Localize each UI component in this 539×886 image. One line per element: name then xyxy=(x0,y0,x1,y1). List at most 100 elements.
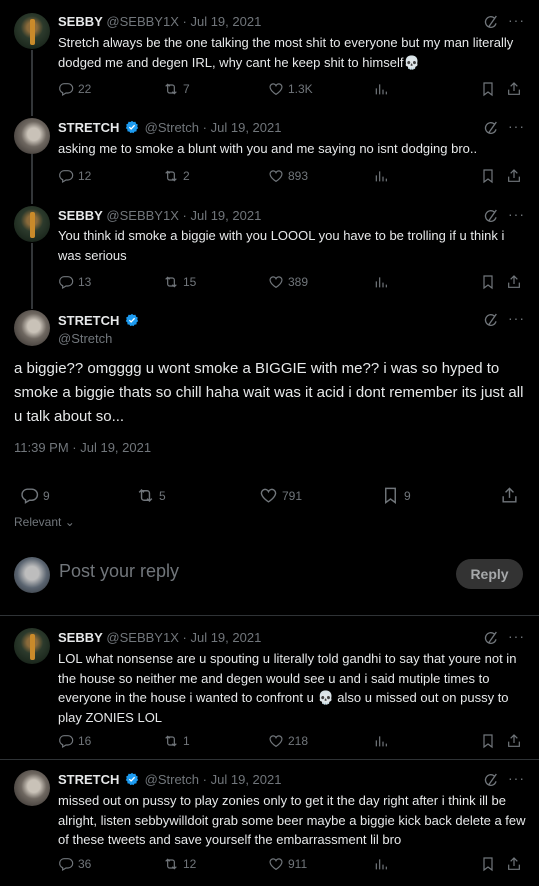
avatar[interactable] xyxy=(14,310,50,346)
repost-icon xyxy=(163,733,179,749)
bookmark-button[interactable] xyxy=(480,733,496,749)
reply-icon xyxy=(58,168,74,184)
tweet-3[interactable]: SEBBY @SEBBY1X · Jul 19, 2021 ··· You th… xyxy=(0,198,539,300)
reply-tweet-1[interactable]: SEBBY @SEBBY1X · Jul 19, 2021 ··· LOL wh… xyxy=(0,616,539,759)
more-options-icon[interactable]: ··· xyxy=(508,13,524,30)
reply-count: 9 xyxy=(43,488,50,503)
like-button[interactable]: 1.3K xyxy=(268,81,313,97)
like-button[interactable]: 893 xyxy=(268,168,308,184)
reply-button[interactable]: 13 xyxy=(58,274,91,290)
author-handle[interactable]: @Stretch xyxy=(58,331,141,346)
share-button[interactable] xyxy=(506,274,522,290)
tweet-date[interactable]: Jul 19, 2021 xyxy=(190,208,261,223)
author-handle[interactable]: @SEBBY1X xyxy=(106,630,178,645)
reply-submit-button[interactable]: Reply xyxy=(456,559,523,589)
verified-badge-icon[interactable] xyxy=(125,120,139,134)
views-button[interactable] xyxy=(373,733,389,749)
more-options-icon[interactable]: ··· xyxy=(508,207,524,224)
reply-count: 36 xyxy=(78,857,92,871)
like-button[interactable]: 911 xyxy=(268,856,307,872)
grok-icon[interactable] xyxy=(483,14,499,30)
grok-icon[interactable] xyxy=(483,312,499,328)
reply-button[interactable]: 12 xyxy=(58,168,91,184)
bookmark-button[interactable]: 9 xyxy=(381,486,411,505)
bookmark-button[interactable] xyxy=(480,168,496,184)
author-handle[interactable]: @SEBBY1X xyxy=(106,14,178,29)
verified-badge-icon[interactable] xyxy=(125,313,139,327)
avatar[interactable] xyxy=(14,13,50,49)
share-button[interactable] xyxy=(506,81,522,97)
tweet-1[interactable]: SEBBY @SEBBY1X · Jul 19, 2021 ··· Stretc… xyxy=(0,0,539,108)
tweet-text: asking me to smoke a blunt with you and … xyxy=(58,141,478,156)
reply-input[interactable]: Post your reply xyxy=(59,561,179,582)
skull-emoji: 💀 xyxy=(317,690,334,705)
repost-button[interactable]: 5 xyxy=(136,486,166,505)
author-name[interactable]: STRETCH xyxy=(58,120,119,135)
tweet-date[interactable]: Jul 19, 2021 xyxy=(211,120,282,135)
author-name[interactable]: SEBBY xyxy=(58,14,103,29)
reply-button[interactable]: 16 xyxy=(58,733,91,749)
tweet-2[interactable]: STRETCH @Stretch · Jul 19, 2021 ··· aski… xyxy=(0,108,539,198)
tweet-date[interactable]: Jul 19, 2021 xyxy=(190,630,261,645)
grok-icon[interactable] xyxy=(483,630,499,646)
avatar[interactable] xyxy=(14,206,50,242)
tweet-actions: 22 7 1.3K xyxy=(58,81,528,99)
repost-button[interactable]: 15 xyxy=(163,274,196,290)
share-button[interactable] xyxy=(506,856,522,872)
reply-button[interactable]: 9 xyxy=(20,486,50,505)
like-button[interactable]: 389 xyxy=(268,274,308,290)
more-options-icon[interactable]: ··· xyxy=(508,629,524,646)
tweet-header: SEBBY @SEBBY1X · Jul 19, 2021 xyxy=(58,208,261,223)
views-button[interactable] xyxy=(373,274,389,290)
reply-button[interactable]: 22 xyxy=(58,81,91,97)
bookmark-button[interactable] xyxy=(480,81,496,97)
sort-replies-dropdown[interactable]: Relevant ⌄ xyxy=(14,515,75,529)
author-handle[interactable]: @SEBBY1X xyxy=(106,208,178,223)
grok-icon[interactable] xyxy=(483,208,499,224)
share-button[interactable] xyxy=(500,486,519,505)
more-options-icon[interactable]: ··· xyxy=(508,311,524,328)
tweet-header: STRETCH @Stretch · Jul 19, 2021 xyxy=(58,772,281,787)
tweet-date[interactable]: Jul 19, 2021 xyxy=(211,772,282,787)
like-button[interactable]: 218 xyxy=(268,733,308,749)
avatar[interactable] xyxy=(14,118,50,154)
views-button[interactable] xyxy=(373,856,389,872)
avatar[interactable] xyxy=(14,770,50,806)
more-options-icon[interactable]: ··· xyxy=(508,119,524,136)
author-name[interactable]: STRETCH xyxy=(58,772,119,787)
tweet-date[interactable]: Jul 19, 2021 xyxy=(190,14,261,29)
author-name[interactable]: SEBBY xyxy=(58,630,103,645)
share-icon xyxy=(506,81,522,97)
like-count: 1.3K xyxy=(288,82,313,96)
bookmark-icon xyxy=(480,274,496,290)
grok-icon[interactable] xyxy=(483,120,499,136)
bookmark-button[interactable] xyxy=(480,274,496,290)
repost-button[interactable]: 12 xyxy=(163,856,196,872)
author-handle[interactable]: @Stretch xyxy=(145,772,199,787)
share-button[interactable] xyxy=(506,168,522,184)
reply-button[interactable]: 36 xyxy=(58,856,91,872)
more-options-icon[interactable]: ··· xyxy=(508,771,524,788)
tweet-timestamp[interactable]: 11:39 PM · Jul 19, 2021 xyxy=(14,440,151,455)
bookmark-count: 9 xyxy=(404,488,411,503)
grok-icon[interactable] xyxy=(483,772,499,788)
reply-icon xyxy=(58,274,74,290)
reply-tweet-2[interactable]: STRETCH @Stretch · Jul 19, 2021 ··· miss… xyxy=(0,760,539,886)
repost-icon xyxy=(136,486,155,505)
author-name[interactable]: STRETCH xyxy=(58,313,119,328)
heart-icon xyxy=(268,856,284,872)
repost-button[interactable]: 2 xyxy=(163,168,190,184)
repost-button[interactable]: 1 xyxy=(163,733,190,749)
bookmark-button[interactable] xyxy=(480,856,496,872)
views-button[interactable] xyxy=(373,168,389,184)
verified-badge-icon[interactable] xyxy=(125,772,139,786)
author-name[interactable]: SEBBY xyxy=(58,208,103,223)
repost-button[interactable]: 7 xyxy=(163,81,190,97)
share-button[interactable] xyxy=(506,733,522,749)
heart-icon xyxy=(259,486,278,505)
avatar[interactable] xyxy=(14,628,50,664)
author-handle[interactable]: @Stretch xyxy=(145,120,199,135)
views-button[interactable] xyxy=(373,81,389,97)
like-button[interactable]: 791 xyxy=(259,486,302,505)
tweet-actions: 16 1 218 xyxy=(58,733,528,751)
